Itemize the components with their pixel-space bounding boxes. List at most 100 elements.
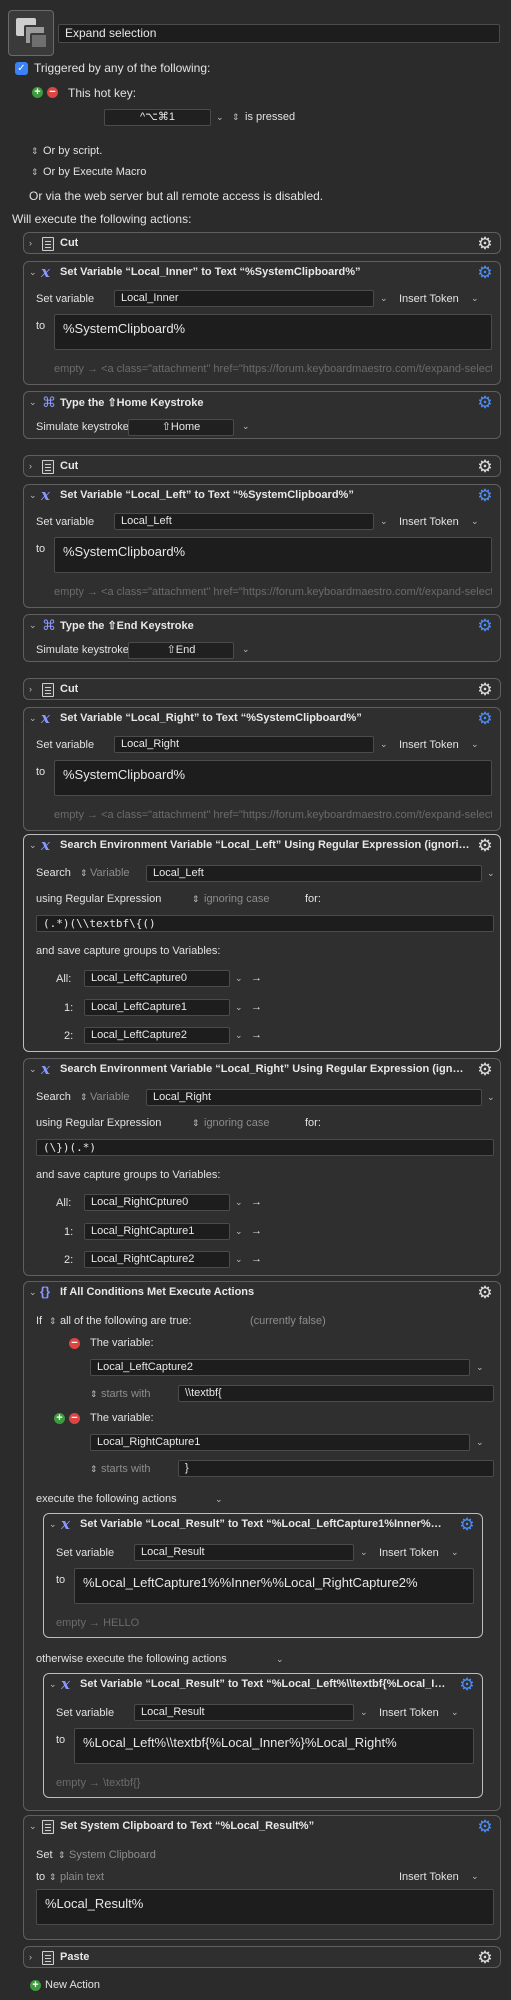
capture-all-arrow-icon[interactable]: → [251,1195,262,1209]
action-header[interactable]: ⌄ Set System Clipboard to Text “%Local_Re… [24,1816,500,1838]
insert-token-chevron-icon[interactable]: ⌄ [451,1545,459,1559]
keystroke-dropdown-icon[interactable]: ⌄ [242,419,250,433]
variable-name-field[interactable]: Local_Result [134,1704,354,1721]
text-value-field[interactable]: %SystemClipboard% [54,760,492,796]
collapse-chevron-icon[interactable]: ⌄ [49,1679,59,1689]
operator-updown-icon[interactable]: ⇕ [90,1387,98,1401]
capture-2-arrow-icon[interactable]: → [251,1028,262,1042]
capture-all-dropdown-icon[interactable]: ⌄ [235,971,243,985]
text-value-field[interactable]: %SystemClipboard% [54,537,492,573]
gear-icon[interactable]: ⚙ [458,1676,476,1694]
action-search-variable[interactable]: ⌄ x Search Environment Variable “Local_Rig… [23,1058,501,1276]
condition-mode-updown-icon[interactable]: ⇕ [49,1314,57,1328]
or-script-updown-icon[interactable]: ⇕ [31,144,39,158]
remove-condition-button[interactable]: − [69,1338,80,1349]
action-cut[interactable]: › Cut ⚙ [23,678,501,700]
capture-1-field[interactable]: Local_RightCapture1 [84,1223,230,1240]
action-header[interactable]: ⌄ ⌘ Type the ⇧Home Keystroke ⚙ [24,392,500,414]
operator-popup[interactable]: starts with [101,1462,151,1476]
gear-icon[interactable]: ⚙ [476,617,494,635]
case-updown-icon[interactable]: ⇕ [192,1116,200,1130]
variable-dropdown-icon[interactable]: ⌄ [380,737,388,751]
gear-icon[interactable]: ⚙ [476,394,494,412]
capture-1-arrow-icon[interactable]: → [251,1000,262,1014]
collapse-chevron-icon[interactable]: ⌄ [29,1821,39,1831]
action-set-variable[interactable]: ⌄ x Set Variable “Local_Right” to Text “%S… [23,707,501,831]
otherwise-chevron-icon[interactable]: ⌄ [276,1652,284,1666]
condition-variable-field[interactable]: Local_RightCapture1 [90,1434,470,1451]
action-header[interactable]: › Cut ⚙ [24,456,500,478]
case-updown-icon[interactable]: ⇕ [192,892,200,906]
format-updown-icon[interactable]: ⇕ [49,1870,57,1884]
action-cut[interactable]: › Cut ⚙ [23,232,501,254]
action-type-keystroke[interactable]: ⌄ ⌘ Type the ⇧Home Keystroke ⚙ Simulate key… [23,391,501,439]
collapse-chevron-icon[interactable]: ⌄ [29,840,39,850]
collapse-chevron-icon[interactable]: › [29,238,39,248]
keystroke-dropdown-icon[interactable]: ⌄ [242,642,250,656]
capture-1-arrow-icon[interactable]: → [251,1224,262,1238]
gear-icon[interactable]: ⚙ [476,837,494,855]
or-by-script-label[interactable]: Or by script. [43,144,102,158]
action-set-variable[interactable]: ⌄ x Set Variable “Local_Inner” to Text “%S… [23,261,501,385]
search-variable-dropdown-icon[interactable]: ⌄ [487,866,495,880]
action-type-keystroke[interactable]: ⌄ ⌘ Type the ⇧End Keystroke ⚙ Simulate keys… [23,614,501,662]
action-set-variable[interactable]: ⌄ x Set Variable “Local_Left” to Text “%Sy… [23,484,501,608]
action-header[interactable]: › Cut ⚙ [24,233,500,255]
action-header[interactable]: ⌄{} If All Conditions Met Execute Actions… [24,1282,500,1304]
text-value-field[interactable]: %Local_Left%\\textbf{%Local_Inner%}%Loca… [74,1728,474,1764]
add-condition-button[interactable]: + [54,1413,65,1424]
insert-token-menu[interactable]: Insert Token [379,1546,439,1560]
variable-name-field[interactable]: Local_Result [134,1544,354,1561]
hotkey-field[interactable]: ^⌥⌘1 [104,109,211,126]
variable-dropdown-icon[interactable]: ⌄ [380,291,388,305]
gear-icon[interactable]: ⚙ [476,681,494,699]
insert-token-chevron-icon[interactable]: ⌄ [471,514,479,528]
hotkey-state-label[interactable]: is pressed [245,110,295,124]
collapse-chevron-icon[interactable]: › [29,684,39,694]
keystroke-field[interactable]: ⇧Home [128,419,234,436]
action-header[interactable]: ⌄ x Search Environment Variable “Local_Rig… [24,1059,500,1081]
insert-token-menu[interactable]: Insert Token [399,1870,459,1884]
action-cut[interactable]: › Cut ⚙ [23,455,501,477]
insert-token-menu[interactable]: Insert Token [379,1706,439,1720]
variable-name-field[interactable]: Local_Left [114,513,374,530]
operator-updown-icon[interactable]: ⇕ [90,1462,98,1476]
plain-text-popup[interactable]: plain text [60,1870,104,1884]
insert-token-chevron-icon[interactable]: ⌄ [471,1869,479,1883]
insert-token-chevron-icon[interactable]: ⌄ [471,291,479,305]
action-header[interactable]: ⌄ x Set Variable “Local_Left” to Text “%Sy… [24,485,500,507]
gear-icon[interactable]: ⚙ [458,1516,476,1534]
capture-2-arrow-icon[interactable]: → [251,1252,262,1266]
gear-icon[interactable]: ⚙ [476,487,494,505]
capture-1-dropdown-icon[interactable]: ⌄ [235,1000,243,1014]
insert-token-chevron-icon[interactable]: ⌄ [471,737,479,751]
action-header[interactable]: ⌄ x Set Variable “Local_Inner” to Text “%S… [24,262,500,284]
capture-all-field[interactable]: Local_LeftCapture0 [84,970,230,987]
condition-mode-popup[interactable]: all of the following are true: [60,1314,191,1328]
insert-token-chevron-icon[interactable]: ⌄ [451,1705,459,1719]
action-paste[interactable]: › Paste ⚙ [23,1946,501,1968]
or-by-macro-label[interactable]: Or by Execute Macro [43,165,146,179]
hotkey-dropdown-icon[interactable]: ⌄ [216,110,224,124]
gear-icon[interactable]: ⚙ [476,1061,494,1079]
execute-following-chevron-icon[interactable]: ⌄ [215,1492,223,1506]
hotkey-state-updown-icon[interactable]: ⇕ [232,110,240,124]
capture-1-dropdown-icon[interactable]: ⌄ [235,1224,243,1238]
action-set-variable-else[interactable]: ⌄ x Set Variable “Local_Result” to Text “%… [43,1673,483,1798]
capture-2-field[interactable]: Local_LeftCapture2 [84,1027,230,1044]
action-header[interactable]: ⌄ ⌘ Type the ⇧End Keystroke ⚙ [24,615,500,637]
condition-variable-dropdown-icon[interactable]: ⌄ [476,1360,484,1374]
operator-popup[interactable]: starts with [101,1387,151,1401]
remove-trigger-button[interactable]: − [47,87,58,98]
action-header[interactable]: ⌄ x Set Variable “Local_Result” to Text “%… [44,1674,482,1696]
capture-2-dropdown-icon[interactable]: ⌄ [235,1028,243,1042]
clipboard-popup[interactable]: System Clipboard [69,1848,156,1862]
variable-name-field[interactable]: Local_Right [114,736,374,753]
new-action-icon[interactable]: + [30,1980,41,1991]
search-variable-field[interactable]: Local_Left [146,865,482,882]
collapse-chevron-icon[interactable]: ⌄ [29,267,39,277]
capture-2-field[interactable]: Local_RightCapture2 [84,1251,230,1268]
ignoring-case-popup[interactable]: ignoring case [204,892,269,906]
variable-dropdown-icon[interactable]: ⌄ [360,1545,368,1559]
macro-name-field[interactable]: Expand selection [58,24,500,43]
